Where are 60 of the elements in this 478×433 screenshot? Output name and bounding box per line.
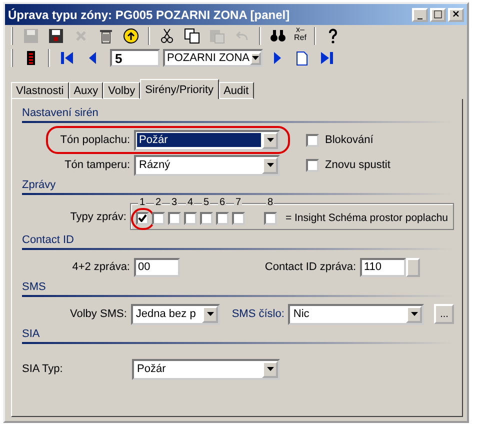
message-type-number: 1 [138,196,146,208]
tab[interactable]: Sirény/Priority [140,79,219,99]
checkbox[interactable] [168,212,182,224]
caret-icon [266,163,274,167]
section-heading: Nastavení sirén [22,107,454,123]
caret-icon [410,312,418,316]
caret-icon [266,367,274,371]
tab[interactable]: Audit [218,82,254,99]
xref-button[interactable]: x– Ref [292,26,308,46]
message-field[interactable]: 00 [134,258,180,276]
checkbox[interactable] [232,212,246,224]
checkbox[interactable] [306,158,319,172]
field-label: Typy zpráv: [69,211,128,223]
tab[interactable]: Auxy [68,82,104,99]
browse-button[interactable]: ... [434,304,454,324]
field-label: Tón tamperu: [64,159,131,171]
field-label: 4+2 zpráva: [71,261,131,273]
tab[interactable]: Volby [103,82,140,99]
field-label: SMS číslo: [230,308,286,320]
alarm-tone-dropdown[interactable]: Požár [134,130,280,150]
field-label: SIA Typ: [22,363,64,375]
window-control[interactable]: □ [430,8,446,22]
caret-icon [206,312,214,316]
message-type-number: 4 [186,196,194,208]
checkbox[interactable] [216,212,230,224]
checkbox[interactable] [306,134,319,146]
message-type-number: 5 [202,196,210,208]
window-title: Úprava typu zóny: PG005 POZARNI ZONA [panel] [8,8,290,22]
checkbox[interactable] [264,212,278,224]
contact-id-field[interactable]: 110 [360,258,406,276]
section-heading: Contact ID [22,234,454,250]
section-heading: SIA [22,328,454,344]
caret-icon [252,56,259,60]
checkbox-label: Blokování [325,134,374,146]
checkbox-label: Znovu spustit [325,159,390,171]
sia-type-dropdown[interactable]: Požár [132,358,280,380]
record-number-field[interactable]: 5 [110,49,160,67]
field-label: Volby SMS: [69,308,128,320]
tab[interactable]: Vlastnosti [11,82,69,99]
checkbox[interactable] [152,212,166,224]
field-label: Contact ID zpráva: [264,261,357,273]
sms-number-dropdown[interactable]: Nic [288,304,424,324]
message-type-number: 6 [218,196,226,208]
message-type-number: 7 [234,196,242,208]
message-type-number: 3 [170,196,178,208]
checkbox[interactable] [136,212,150,224]
window-control[interactable]: _ [412,8,428,22]
tamper-tone-dropdown[interactable]: Rázný [134,154,280,176]
legend-text: = Insight Schéma prostor poplachu [285,212,448,224]
message-type-number: 8 [266,196,274,208]
message-type-number: 2 [154,196,162,208]
checkbox[interactable] [184,212,198,224]
section-heading: Zprávy [22,179,454,195]
record-dropdown[interactable]: POZARNI ZONA [163,49,263,67]
caret-icon [266,138,274,142]
field-label: Tón poplachu: [59,134,131,146]
window-control[interactable]: × [448,8,464,22]
checkbox[interactable] [200,212,214,224]
sms-options-dropdown[interactable]: Jedna bez p [130,304,220,324]
section-heading: SMS [22,281,454,297]
